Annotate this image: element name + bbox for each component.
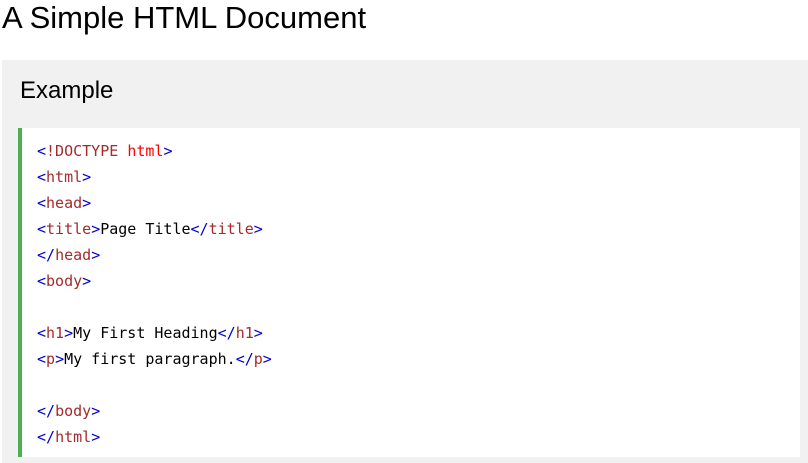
code-line-p: <p>My first paragraph.</p> bbox=[37, 350, 272, 368]
code-line-h1: <h1>My First Heading</h1> bbox=[37, 324, 263, 342]
page-title: A Simple HTML Document bbox=[2, 0, 367, 35]
code-line-head-close: </head> bbox=[37, 246, 101, 264]
code-line-html-open: <html> bbox=[37, 168, 92, 186]
code-block: <!DOCTYPE html> <html> <head> <title>Page T… bbox=[18, 128, 800, 457]
code-line-title: <title>Page Title</title> bbox=[37, 220, 263, 238]
code-line-head-open: <head> bbox=[37, 194, 92, 212]
code-line-doctype: <!DOCTYPE html> bbox=[37, 142, 173, 160]
example-panel: Example <!DOCTYPE html> <html> <head> <titl… bbox=[2, 60, 808, 463]
code-line-body-close: </body> bbox=[37, 402, 101, 420]
code-line-html-close: </html> bbox=[37, 428, 101, 446]
example-heading: Example bbox=[20, 77, 114, 104]
code-line-body-open: <body> bbox=[37, 272, 92, 290]
